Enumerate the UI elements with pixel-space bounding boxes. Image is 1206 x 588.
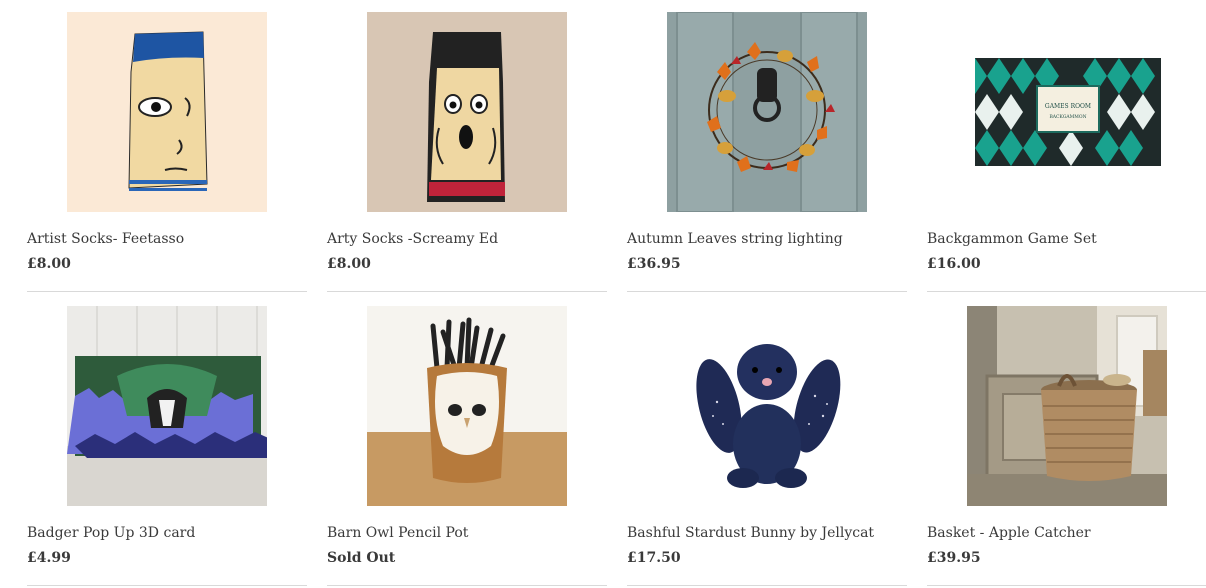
product-price: £4.99 <box>27 550 71 566</box>
product-image[interactable] <box>967 306 1167 506</box>
product-card[interactable]: Bashful Stardust Bunny by Jellycat £17.5… <box>627 306 907 586</box>
product-title[interactable]: Basket - Apple Catcher <box>927 524 1091 542</box>
product-title[interactable]: Artist Socks- Feetasso <box>27 230 184 248</box>
product-image[interactable] <box>367 306 567 506</box>
product-card[interactable]: GAMES ROOM BACKGAMMON Backgammon Game Se… <box>927 12 1206 292</box>
product-card[interactable]: Basket - Apple Catcher £39.95 <box>927 306 1206 586</box>
product-price: £39.95 <box>927 550 981 566</box>
product-card[interactable]: Badger Pop Up 3D card £4.99 <box>27 306 307 586</box>
product-price: £36.95 <box>627 256 681 272</box>
product-price: £8.00 <box>327 256 371 272</box>
product-card[interactable]: Barn Owl Pencil Pot Sold Out <box>327 306 607 586</box>
product-card[interactable]: Autumn Leaves string lighting £36.95 <box>627 12 907 292</box>
product-image[interactable] <box>67 12 267 212</box>
product-image[interactable] <box>367 12 567 212</box>
box-label-subtitle: BACKGAMMON <box>1049 114 1086 120</box>
product-title[interactable]: Arty Socks -Screamy Ed <box>327 230 498 248</box>
product-image[interactable] <box>667 306 867 506</box>
product-title[interactable]: Backgammon Game Set <box>927 230 1097 248</box>
product-image[interactable]: GAMES ROOM BACKGAMMON <box>967 12 1167 212</box>
product-title[interactable]: Barn Owl Pencil Pot <box>327 524 468 542</box>
product-title[interactable]: Autumn Leaves string lighting <box>627 230 843 248</box>
product-card[interactable]: Arty Socks -Screamy Ed £8.00 <box>327 12 607 292</box>
product-price: £8.00 <box>27 256 71 272</box>
product-image[interactable] <box>67 306 267 506</box>
product-card[interactable]: Artist Socks- Feetasso £8.00 <box>27 12 307 292</box>
box-label-title: GAMES ROOM <box>1045 103 1091 110</box>
product-price: £16.00 <box>927 256 981 272</box>
product-image[interactable] <box>667 12 867 212</box>
product-grid: Artist Socks- Feetasso £8.00 Arty Socks … <box>27 12 1206 586</box>
product-title[interactable]: Badger Pop Up 3D card <box>27 524 195 542</box>
product-price: £17.50 <box>627 550 681 566</box>
product-title[interactable]: Bashful Stardust Bunny by Jellycat <box>627 524 874 542</box>
product-price: Sold Out <box>327 550 396 566</box>
